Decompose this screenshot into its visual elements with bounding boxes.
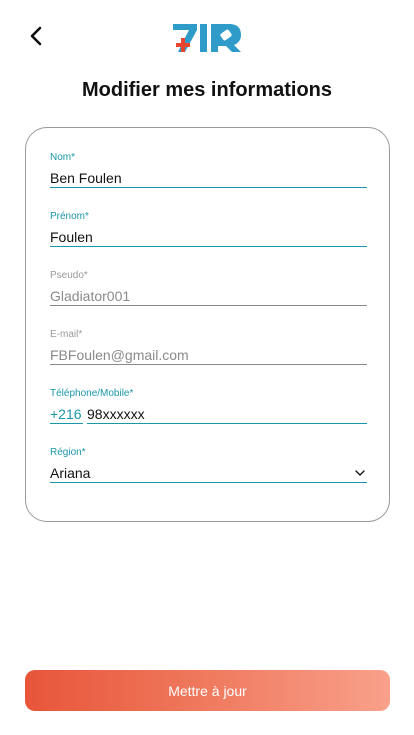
pseudo-label: Pseudo* — [50, 270, 88, 281]
nom-field[interactable]: Nom* Ben Foulen — [50, 152, 367, 188]
nom-input[interactable]: Ben Foulen — [50, 170, 367, 187]
prenom-field[interactable]: Prénom* Foulen — [50, 211, 367, 247]
phone-prefix[interactable]: +216 — [50, 406, 83, 423]
region-value[interactable]: Ariana — [50, 465, 367, 482]
email-field: E-mail* FBFoulen@gmail.com — [50, 329, 367, 365]
prenom-label: Prénom* — [50, 211, 89, 222]
chevron-left-icon — [30, 26, 42, 46]
back-button[interactable] — [22, 22, 50, 50]
phone-input[interactable]: 98xxxxxx — [87, 406, 367, 423]
telephone-label: Téléphone/Mobile* — [50, 388, 134, 399]
nom-underline — [50, 187, 367, 188]
phone-prefix-underline — [50, 423, 83, 424]
update-button[interactable]: Mettre à jour — [25, 670, 390, 711]
prenom-input[interactable]: Foulen — [50, 229, 367, 246]
pseudo-field: Pseudo* Gladiator001 — [50, 270, 367, 306]
nom-label: Nom* — [50, 152, 76, 163]
pseudo-underline — [50, 305, 367, 306]
pseudo-input: Gladiator001 — [50, 288, 131, 304]
region-label: Région* — [50, 447, 86, 458]
chevron-down-icon[interactable] — [355, 469, 365, 477]
profile-form: Nom* Ben Foulen Prénom* Foulen Pseudo* G… — [25, 127, 390, 522]
region-underline — [50, 482, 367, 483]
app-logo — [173, 24, 241, 52]
email-underline — [50, 364, 367, 365]
page-title: Modifier mes informations — [81, 79, 333, 101]
region-select[interactable]: Région* Ariana — [50, 447, 367, 483]
email-label: E-mail* — [50, 329, 83, 340]
prenom-underline — [50, 246, 367, 247]
telephone-field[interactable]: Téléphone/Mobile* +216 98xxxxxx — [50, 388, 367, 424]
email-input: FBFoulen@gmail.com — [50, 347, 189, 363]
phone-number-underline — [87, 423, 367, 424]
